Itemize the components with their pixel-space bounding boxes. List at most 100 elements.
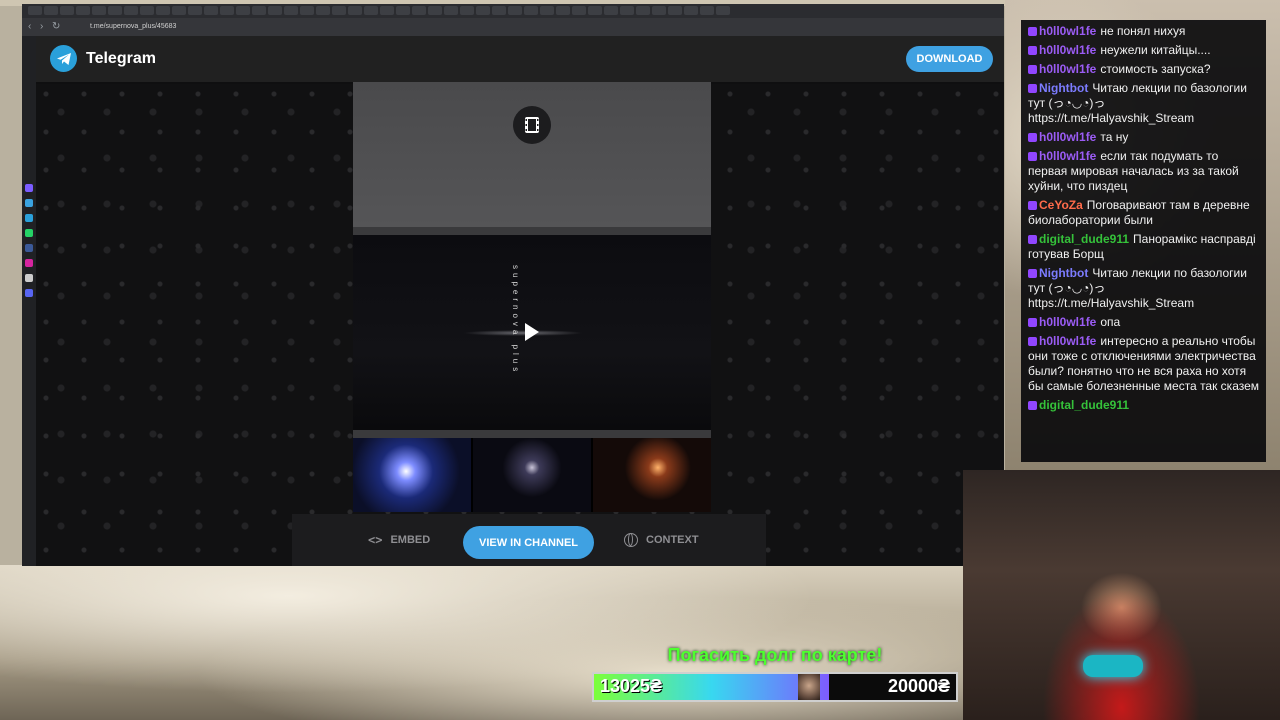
chat-username[interactable]: h0ll0wl1fe <box>1039 334 1096 348</box>
browser-tab[interactable] <box>460 6 474 15</box>
browser-tab[interactable] <box>252 6 266 15</box>
browser-tab[interactable] <box>396 6 410 15</box>
sidebar-app-icon[interactable] <box>25 229 33 237</box>
video-preview-top[interactable] <box>353 82 711 227</box>
chat-message: CeYoZa Поговаривают там в деревне биолабо… <box>1028 198 1260 228</box>
film-icon[interactable] <box>513 106 551 144</box>
webcam-overlay <box>963 470 1280 720</box>
media-divider <box>353 430 711 438</box>
browser-tab[interactable] <box>92 6 106 15</box>
forward-icon[interactable]: › <box>40 21 43 33</box>
browser-tab[interactable] <box>140 6 154 15</box>
chat-message: h0ll0wl1fe не понял нихуя <box>1028 24 1260 39</box>
browser-tab[interactable] <box>300 6 314 15</box>
thumbnail-fire[interactable] <box>593 438 711 512</box>
browser-tab[interactable] <box>428 6 442 15</box>
chat-username[interactable]: h0ll0wl1fe <box>1039 24 1096 38</box>
browser-tab[interactable] <box>44 6 58 15</box>
sidebar-app-icon[interactable] <box>25 214 33 222</box>
chat-message: h0ll0wl1fe если так подумать то первая ми… <box>1028 149 1260 194</box>
back-icon[interactable]: ‹ <box>28 21 31 33</box>
chat-username[interactable]: CeYoZa <box>1039 198 1083 212</box>
chat-username[interactable]: digital_dude911 <box>1039 232 1129 246</box>
embed-button[interactable]: <> EMBED <box>368 528 430 552</box>
twitch-badge-icon <box>1028 201 1037 210</box>
browser-tab[interactable] <box>412 6 426 15</box>
browser-tab[interactable] <box>572 6 586 15</box>
browser-tab[interactable] <box>124 6 138 15</box>
sidebar-app-icon[interactable] <box>25 259 33 267</box>
browser-tab[interactable] <box>172 6 186 15</box>
browser-tab[interactable] <box>556 6 570 15</box>
chat-username[interactable]: Nightbot <box>1039 266 1088 280</box>
sidebar-app-icon[interactable] <box>25 244 33 252</box>
browser-tab[interactable] <box>444 6 458 15</box>
chat-username[interactable]: h0ll0wl1fe <box>1039 315 1096 329</box>
post-media: supernova plus <box>353 82 711 512</box>
browser-tab[interactable] <box>284 6 298 15</box>
browser-tab[interactable] <box>604 6 618 15</box>
browser-tab[interactable] <box>188 6 202 15</box>
play-icon[interactable] <box>525 323 539 341</box>
browser-tab[interactable] <box>652 6 666 15</box>
video-watermark: supernova plus <box>511 265 520 376</box>
browser-tab[interactable] <box>60 6 74 15</box>
browser-tab[interactable] <box>476 6 490 15</box>
view-in-channel-button[interactable]: VIEW IN CHANNEL <box>463 526 594 559</box>
browser-tab[interactable] <box>540 6 554 15</box>
browser-tab[interactable] <box>508 6 522 15</box>
browser-tab[interactable] <box>332 6 346 15</box>
telegram-logo-icon[interactable] <box>50 45 77 72</box>
browser-tab[interactable] <box>204 6 218 15</box>
chat-username[interactable]: Nightbot <box>1039 81 1088 95</box>
browser-tab[interactable] <box>588 6 602 15</box>
browser-tab[interactable] <box>348 6 362 15</box>
sidebar-app-icon[interactable] <box>25 184 33 192</box>
chat-username[interactable]: h0ll0wl1fe <box>1039 130 1096 144</box>
context-button[interactable]: CONTEXT <box>624 528 699 552</box>
telegram-title[interactable]: Telegram <box>86 49 156 69</box>
browser-tab[interactable] <box>220 6 234 15</box>
browser-tab[interactable] <box>268 6 282 15</box>
chat-username[interactable]: h0ll0wl1fe <box>1039 149 1096 163</box>
browser-tab[interactable] <box>364 6 378 15</box>
browser-tab[interactable] <box>684 6 698 15</box>
donation-title: Погасить долг по карте! <box>667 645 883 665</box>
browser-tab[interactable] <box>668 6 682 15</box>
thumbnail-flash-blue[interactable] <box>353 438 471 512</box>
browser-tab[interactable] <box>316 6 330 15</box>
sidebar-app-icon[interactable] <box>25 199 33 207</box>
download-button[interactable]: DOWNLOAD <box>906 46 993 72</box>
chat-message: Nightbot Читаю лекции по базологии тут (っ… <box>1028 266 1260 311</box>
donation-goal: 20000₴ <box>887 676 950 696</box>
stream-chat: h0ll0wl1fe не понял нихуя h0ll0wl1fe неужел… <box>1021 20 1266 462</box>
chat-username[interactable]: digital_dude911 <box>1039 398 1129 412</box>
tab-strip[interactable] <box>22 4 1004 18</box>
horizon-glow <box>463 330 583 336</box>
chat-username[interactable]: h0ll0wl1fe <box>1039 43 1096 57</box>
browser-tab[interactable] <box>236 6 250 15</box>
url-text[interactable]: t.me/supernova_plus/45683 <box>90 21 176 33</box>
browser-tab[interactable] <box>716 6 730 15</box>
chat-username[interactable]: h0ll0wl1fe <box>1039 62 1096 76</box>
sidebar-app-icon[interactable] <box>25 274 33 282</box>
sidebar-app-icon[interactable] <box>25 289 33 297</box>
browser-tab[interactable] <box>620 6 634 15</box>
twitch-badge-icon <box>1028 401 1037 410</box>
chat-text: та ну <box>1100 130 1129 144</box>
browser-tab[interactable] <box>524 6 538 15</box>
browser-tab[interactable] <box>636 6 650 15</box>
browser-tab[interactable] <box>380 6 394 15</box>
address-bar[interactable]: ‹ › ↻ t.me/supernova_plus/45683 <box>22 18 1004 36</box>
twitch-badge-icon <box>1028 46 1037 55</box>
browser-tab[interactable] <box>700 6 714 15</box>
browser-tab[interactable] <box>28 6 42 15</box>
thumbnail-night[interactable] <box>473 438 591 512</box>
reload-icon[interactable]: ↻ <box>52 21 60 33</box>
browser-tab[interactable] <box>76 6 90 15</box>
browser-tab[interactable] <box>156 6 170 15</box>
video-player[interactable]: supernova plus <box>353 235 711 430</box>
browser-tab[interactable] <box>108 6 122 15</box>
browser-tab[interactable] <box>492 6 506 15</box>
globe-icon <box>624 533 638 547</box>
